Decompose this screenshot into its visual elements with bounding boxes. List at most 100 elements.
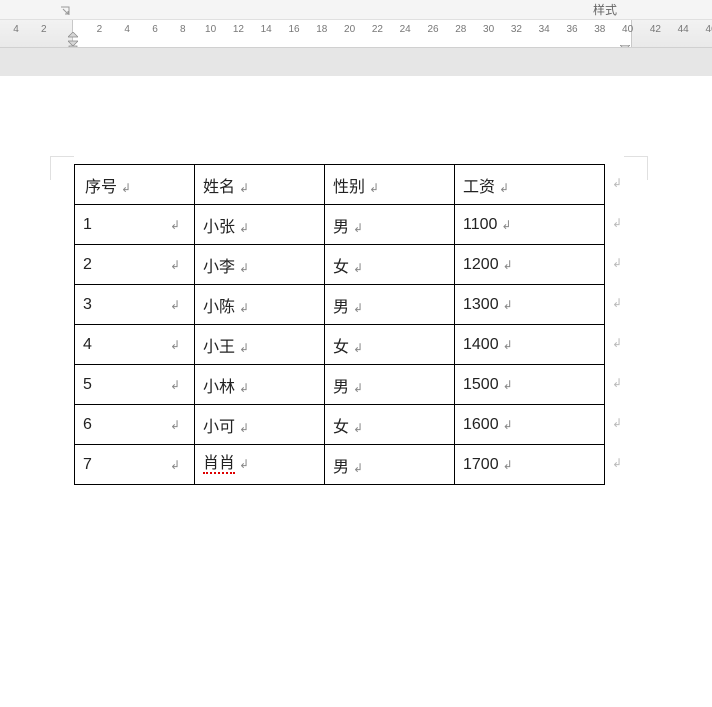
cell-name[interactable]: 小林↲ [195,365,325,405]
paragraph-mark-icon: ↲ [239,457,249,471]
header-gender: 性别↲ [325,165,455,205]
ruler-tick: 42 [650,24,661,35]
cell-salary[interactable]: 1100↲ [455,205,605,245]
margin-corner-tr [624,156,648,180]
paragraph-mark-icon: ↲ [503,378,513,392]
row-end-mark-icon: ↲ [612,176,622,190]
cell-salary[interactable]: 1600↲ [455,405,605,445]
cell-num[interactable]: 2↲ [75,245,195,285]
ribbon-toolbar: 样式 [0,0,712,20]
row-end-mark-icon: ↲ [612,296,622,310]
cell-num[interactable]: 3↲ [75,285,195,325]
ruler-tick: 2 [97,24,103,35]
paragraph-mark-icon: ↲ [170,458,180,472]
table-header-row: 序号↲ 姓名↲ 性别↲ 工资↲ [75,165,605,205]
workspace-gap [0,48,712,76]
paragraph-mark-icon: ↲ [239,381,249,395]
cell-num[interactable]: 4↲ [75,325,195,365]
horizontal-ruler[interactable]: 4224681012141618202224262830323436384042… [0,20,712,48]
ruler-tick: 40 [622,24,633,35]
paragraph-mark-icon: ↲ [239,181,249,195]
paragraph-mark-icon: ↲ [121,181,131,195]
data-table[interactable]: 序号↲ 姓名↲ 性别↲ 工资↲ 1↲小张↲男↲1100↲2↲小李↲女↲1200↲… [74,164,605,485]
cell-name[interactable]: 小陈↲ [195,285,325,325]
ruler-tick: 8 [180,24,186,35]
dialog-launcher-icon[interactable] [60,6,70,16]
paragraph-mark-icon: ↲ [369,181,379,195]
styles-group-label: 样式 [593,1,617,18]
table-row: 6↲小可↲女↲1600↲ [75,405,605,445]
ruler-tick: 2 [41,24,47,35]
cell-gender[interactable]: 男↲ [325,445,455,485]
ruler-tick: 24 [400,24,411,35]
paragraph-mark-icon: ↲ [239,261,249,275]
paragraph-mark-icon: ↲ [239,341,249,355]
header-name: 姓名↲ [195,165,325,205]
document-page[interactable]: 序号↲ 姓名↲ 性别↲ 工资↲ 1↲小张↲男↲1100↲2↲小李↲女↲1200↲… [0,76,712,707]
cell-name[interactable]: 小可↲ [195,405,325,445]
paragraph-mark-icon: ↲ [353,261,363,275]
ruler-tick: 10 [205,24,216,35]
ruler-tick: 6 [152,24,158,35]
cell-num[interactable]: 7↲ [75,445,195,485]
paragraph-mark-icon: ↲ [353,381,363,395]
ruler-tick: 12 [233,24,244,35]
ruler-tick: 32 [511,24,522,35]
ruler-tick: 16 [288,24,299,35]
cell-gender[interactable]: 男↲ [325,365,455,405]
header-num: 序号↲ [75,165,195,205]
table-row: 2↲小李↲女↲1200↲ [75,245,605,285]
cell-salary[interactable]: 1400↲ [455,325,605,365]
cell-name[interactable]: 小李↲ [195,245,325,285]
paragraph-mark-icon: ↲ [503,338,513,352]
paragraph-mark-icon: ↲ [239,301,249,315]
cell-salary[interactable]: 1200↲ [455,245,605,285]
indent-marker-icon[interactable] [68,32,78,48]
ruler-tick: 4 [13,24,19,35]
cell-name[interactable]: 肖肖↲ [195,445,325,485]
table-row: 1↲小张↲男↲1100↲ [75,205,605,245]
paragraph-mark-icon: ↲ [353,221,363,235]
table-row: 7↲肖肖↲男↲1700↲ [75,445,605,485]
cell-gender[interactable]: 女↲ [325,325,455,365]
table-row: 5↲小林↲男↲1500↲ [75,365,605,405]
paragraph-mark-icon: ↲ [170,298,180,312]
cell-salary[interactable]: 1700↲ [455,445,605,485]
ruler-tick: 36 [566,24,577,35]
cell-gender[interactable]: 男↲ [325,205,455,245]
row-end-mark-icon: ↲ [612,216,622,230]
paragraph-mark-icon: ↲ [503,258,513,272]
paragraph-mark-icon: ↲ [503,298,513,312]
cell-gender[interactable]: 女↲ [325,245,455,285]
cell-num[interactable]: 6↲ [75,405,195,445]
ruler-tick: 14 [261,24,272,35]
ruler-tick: 20 [344,24,355,35]
right-indent-marker-icon[interactable] [620,40,630,48]
ruler-tick: 44 [678,24,689,35]
paragraph-mark-icon: ↲ [353,341,363,355]
ruler-tick: 4 [124,24,130,35]
ruler-tick: 38 [594,24,605,35]
cell-gender[interactable]: 女↲ [325,405,455,445]
ruler-tick: 30 [483,24,494,35]
cell-name[interactable]: 小张↲ [195,205,325,245]
paragraph-mark-icon: ↲ [170,258,180,272]
cell-salary[interactable]: 1300↲ [455,285,605,325]
ruler-tick: 26 [427,24,438,35]
cell-num[interactable]: 1↲ [75,205,195,245]
row-end-mark-icon: ↲ [612,416,622,430]
row-end-mark-icon: ↲ [612,256,622,270]
paragraph-mark-icon: ↲ [503,418,513,432]
paragraph-mark-icon: ↲ [499,181,509,195]
cell-salary[interactable]: 1500↲ [455,365,605,405]
paragraph-mark-icon: ↲ [239,221,249,235]
cell-num[interactable]: 5↲ [75,365,195,405]
row-end-mark-icon: ↲ [612,456,622,470]
table-row: 3↲小陈↲男↲1300↲ [75,285,605,325]
ruler-tick: 18 [316,24,327,35]
cell-gender[interactable]: 男↲ [325,285,455,325]
paragraph-mark-icon: ↲ [353,461,363,475]
row-end-mark-icon: ↲ [612,376,622,390]
cell-name[interactable]: 小王↲ [195,325,325,365]
ruler-tick: 28 [455,24,466,35]
